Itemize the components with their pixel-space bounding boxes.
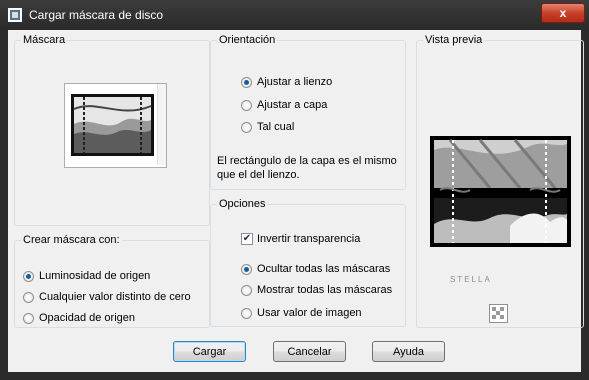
orientation-group: Orientación Ajustar a lienzo Ajustar a c… bbox=[210, 34, 406, 190]
radio-label: Opacidad de origen bbox=[39, 312, 136, 324]
radio-usar-valor-imagen[interactable]: Usar valor de imagen bbox=[241, 305, 362, 321]
radio-label: Tal cual bbox=[257, 121, 295, 133]
invert-transparency-checkbox[interactable]: ✔ Invertir transparencia bbox=[241, 231, 360, 247]
radio-label: Cualquier valor distinto de cero bbox=[39, 291, 191, 303]
dialog-window: Cargar máscara de disco x Máscara Crear … bbox=[0, 0, 589, 380]
orientation-note: El rectángulo de la capa es el mismo que… bbox=[217, 155, 397, 181]
create-mask-group: Crear máscara con: Luminosidad de origen… bbox=[14, 234, 210, 328]
preview-image bbox=[430, 136, 571, 247]
checkmark-icon[interactable]: ✔ bbox=[241, 233, 253, 245]
radio-mostrar-mascaras[interactable]: Mostrar todas las máscaras bbox=[241, 282, 392, 298]
radio-icon[interactable] bbox=[241, 99, 252, 111]
mask-selector[interactable] bbox=[64, 83, 167, 168]
create-mask-group-label: Crear máscara con: bbox=[23, 234, 120, 246]
preview-group: Vista previa STELLA bbox=[416, 34, 584, 328]
radio-label: Ajustar a capa bbox=[257, 99, 328, 111]
app-icon bbox=[8, 8, 22, 22]
title-bar[interactable]: Cargar máscara de disco x bbox=[0, 0, 589, 30]
checkbox-label: Invertir transparencia bbox=[257, 233, 361, 245]
help-button[interactable]: Ayuda bbox=[372, 341, 445, 362]
radio-icon[interactable] bbox=[23, 291, 34, 303]
radio-selected-icon[interactable] bbox=[23, 270, 34, 282]
radio-ajustar-capa[interactable]: Ajustar a capa bbox=[241, 97, 327, 113]
preview-group-label: Vista previa bbox=[425, 34, 483, 46]
radio-ajustar-lienzo[interactable]: Ajustar a lienzo bbox=[241, 74, 332, 90]
radio-icon[interactable] bbox=[241, 307, 252, 319]
radio-label: Ajustar a lienzo bbox=[257, 76, 333, 88]
mask-group-label: Máscara bbox=[23, 34, 66, 46]
mask-thumbnail bbox=[71, 94, 154, 156]
checkerboard-icon[interactable] bbox=[489, 304, 508, 323]
radio-tal-cual[interactable]: Tal cual bbox=[241, 119, 294, 135]
window-title: Cargar máscara de disco bbox=[29, 8, 164, 22]
options-group: Opciones ✔ Invertir transparencia Oculta… bbox=[210, 198, 406, 327]
radio-icon[interactable] bbox=[241, 284, 252, 296]
options-group-label: Opciones bbox=[219, 198, 266, 210]
radio-opacidad[interactable]: Opacidad de origen bbox=[23, 310, 135, 326]
load-button[interactable]: Cargar bbox=[173, 341, 246, 362]
radio-ocultar-mascaras[interactable]: Ocultar todas las máscaras bbox=[241, 261, 390, 277]
transparency-grid-icon bbox=[492, 307, 505, 320]
radio-label: Usar valor de imagen bbox=[257, 307, 362, 319]
mask-scrollbar[interactable] bbox=[157, 84, 166, 165]
dialog-body: Máscara Crear máscara con: Luminosidad d… bbox=[8, 30, 584, 372]
radio-icon[interactable] bbox=[241, 121, 252, 133]
orientation-group-label: Orientación bbox=[219, 34, 276, 46]
cancel-button[interactable]: Cancelar bbox=[273, 341, 346, 362]
radio-valor-distinto[interactable]: Cualquier valor distinto de cero bbox=[23, 289, 191, 305]
close-button[interactable]: x bbox=[541, 3, 585, 23]
radio-label: Ocultar todas las máscaras bbox=[257, 263, 391, 275]
radio-luminosidad[interactable]: Luminosidad de origen bbox=[23, 268, 150, 284]
radio-label: Luminosidad de origen bbox=[39, 270, 151, 282]
radio-selected-icon[interactable] bbox=[241, 76, 252, 88]
radio-selected-icon[interactable] bbox=[241, 263, 252, 275]
mask-group: Máscara bbox=[14, 34, 210, 226]
radio-label: Mostrar todas las máscaras bbox=[257, 284, 393, 296]
preview-graphic bbox=[430, 136, 571, 247]
preview-watermark: STELLA bbox=[450, 275, 492, 284]
radio-icon[interactable] bbox=[23, 312, 34, 324]
